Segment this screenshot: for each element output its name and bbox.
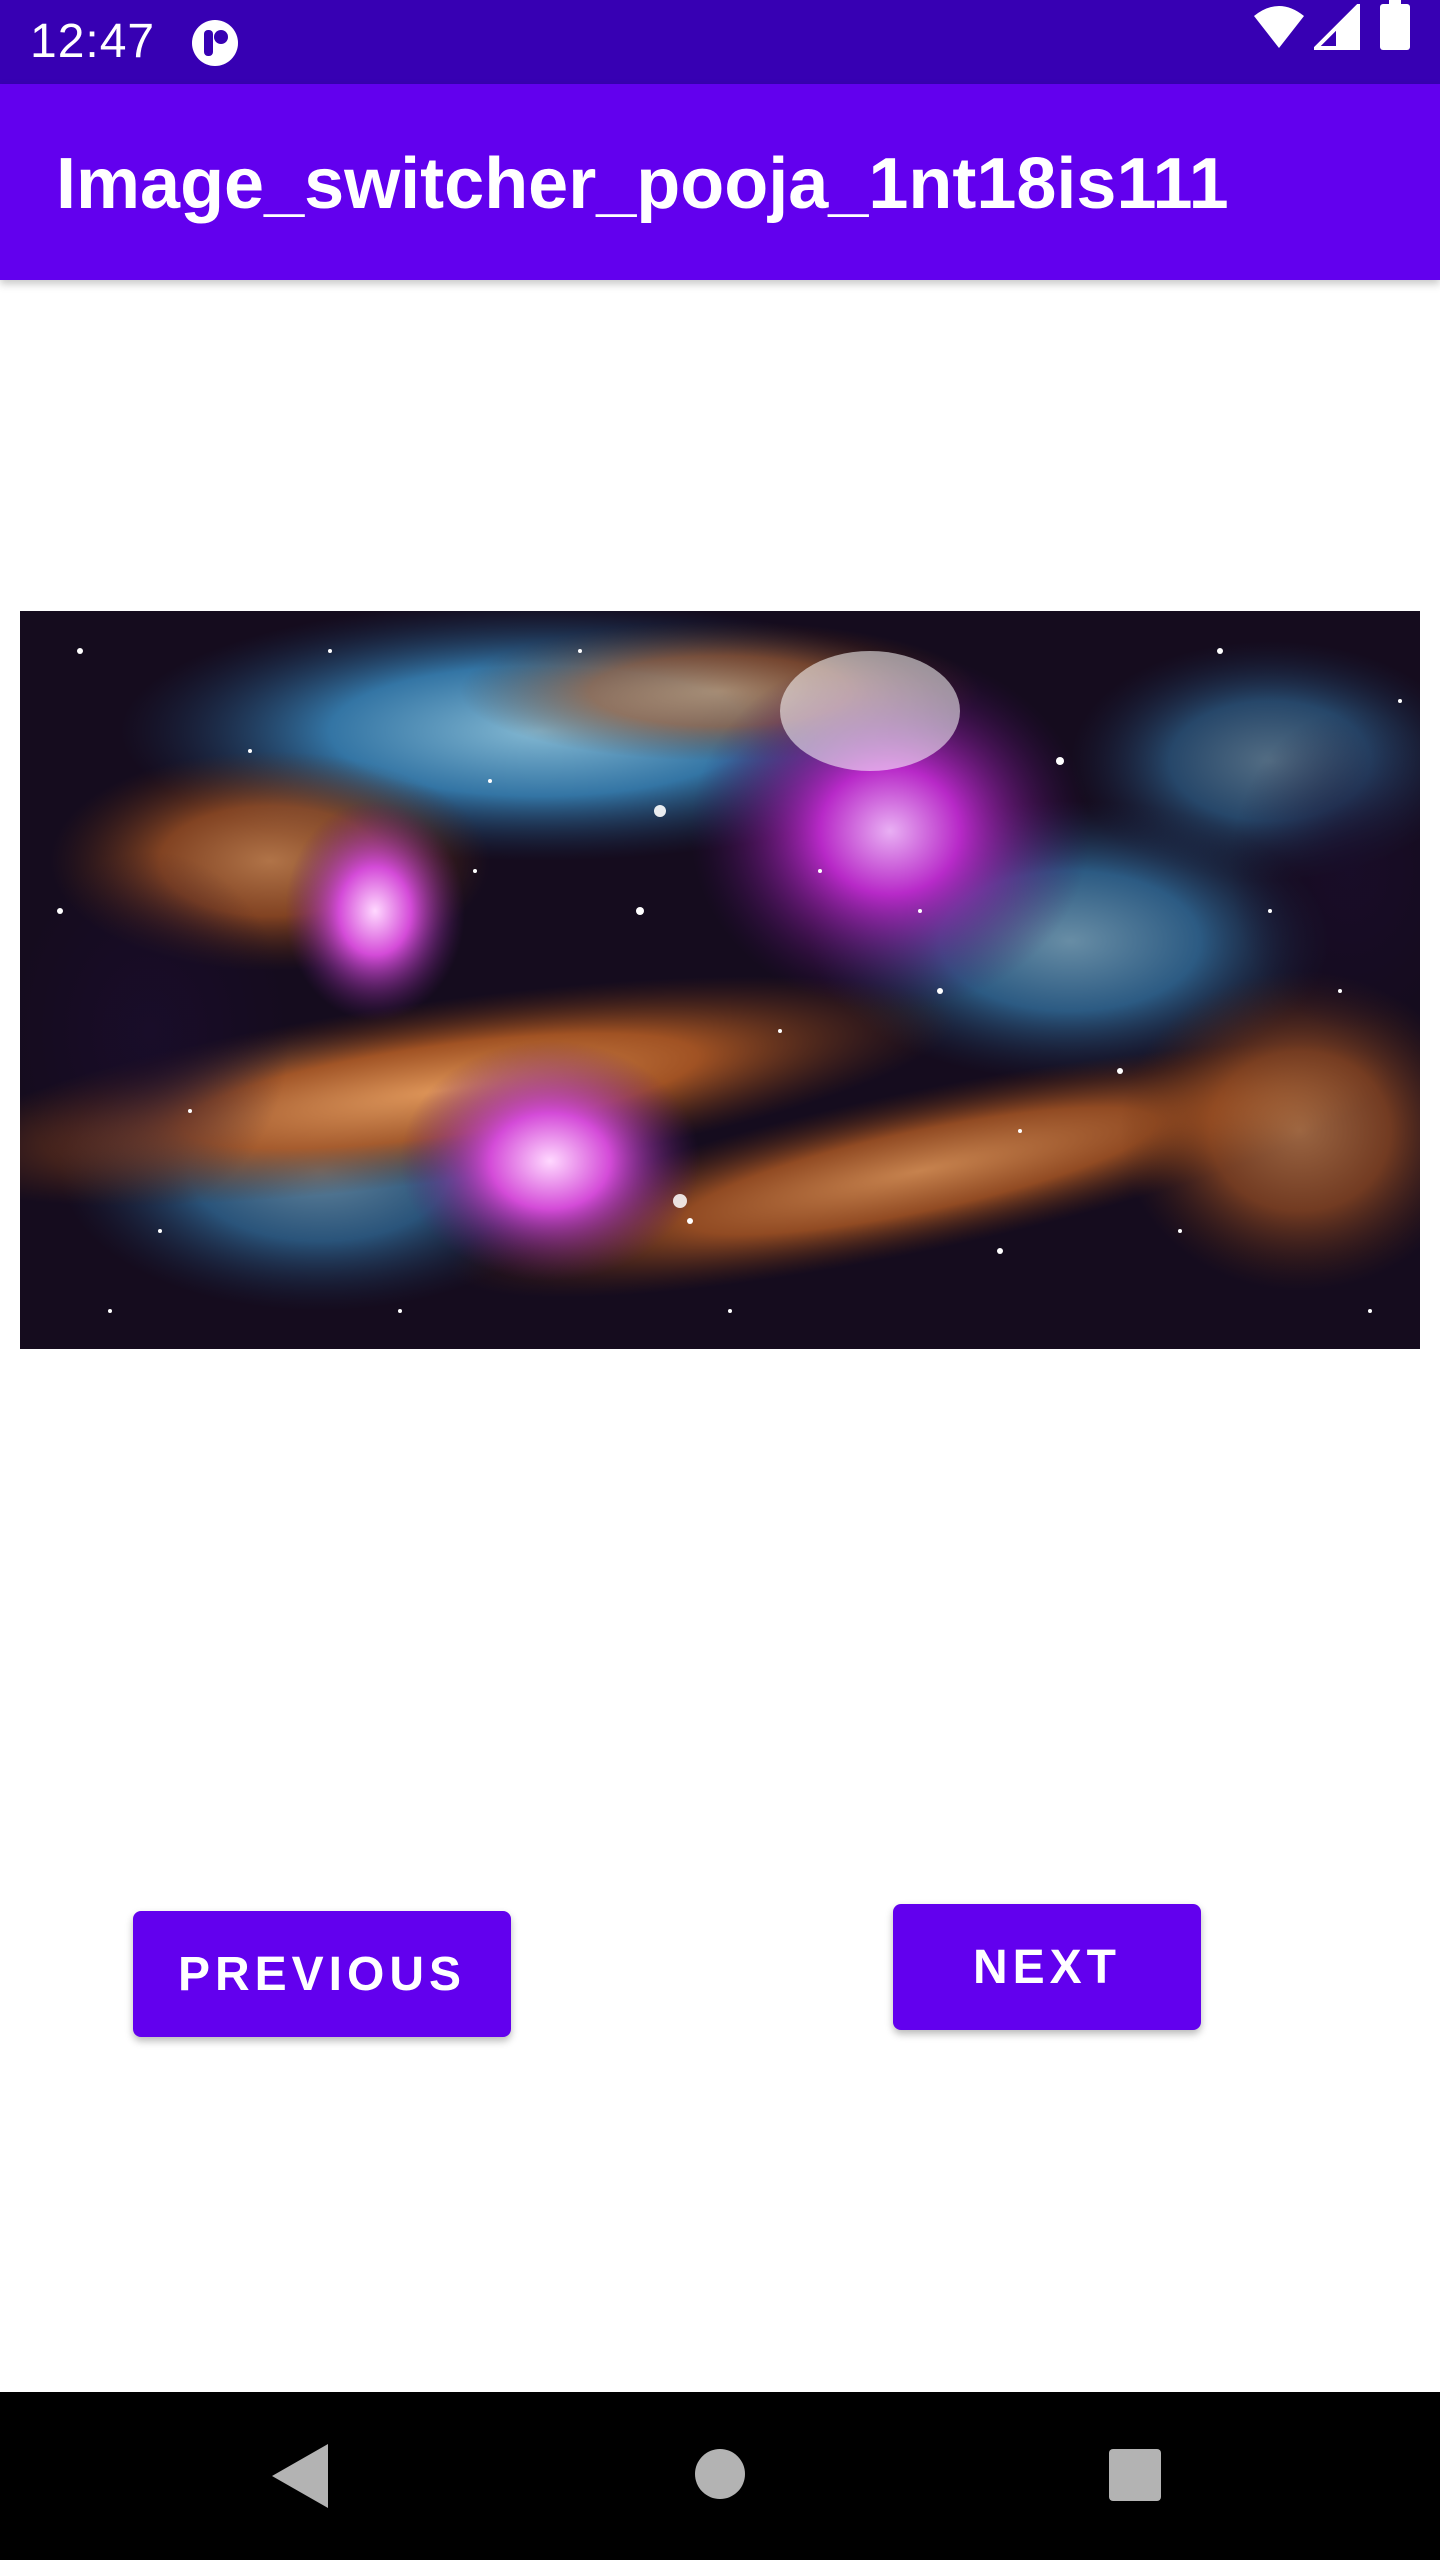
battery-icon (1380, 0, 1410, 50)
home-icon[interactable] (694, 2448, 746, 2500)
page-title: Image_switcher_pooja_1nt18is111 (56, 144, 1229, 224)
status-time: 12:47 (30, 15, 156, 68)
status-bar: 12:47 (0, 0, 1440, 84)
navigation-bar (0, 2392, 1440, 2560)
signal-icon (1314, 4, 1360, 50)
app-bar: Image_switcher_pooja_1nt18is111 (0, 84, 1440, 280)
wifi-icon (1254, 6, 1304, 48)
app-notification-icon (192, 20, 238, 66)
next-button[interactable]: NEXT (893, 1904, 1201, 2030)
nebula-image (20, 611, 1420, 1349)
previous-button[interactable]: PREVIOUS (133, 1911, 511, 2037)
back-icon[interactable] (270, 2442, 330, 2510)
recents-icon[interactable] (1108, 2448, 1162, 2502)
image-switcher[interactable] (20, 611, 1420, 1349)
